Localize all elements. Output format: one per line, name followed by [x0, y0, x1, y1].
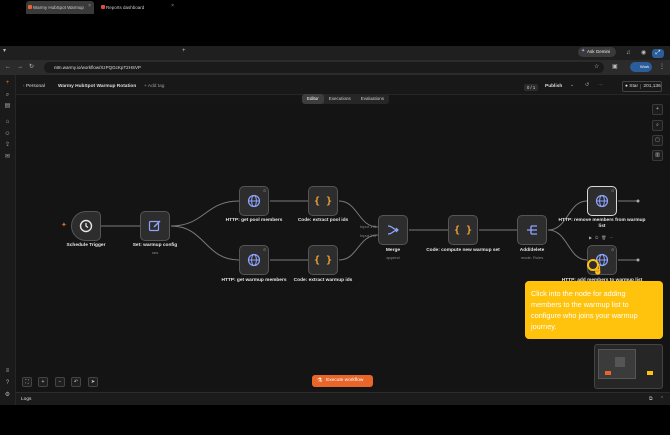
node-set-warmup-config[interactable]	[140, 211, 170, 241]
minimap-node	[647, 371, 653, 375]
merge-input-1-label: Input 1 D	[360, 224, 377, 229]
lightning-icon: ✦	[61, 222, 67, 229]
node-code-compute[interactable]: { }	[448, 215, 478, 245]
node-code-extract-warmup[interactable]: { }	[308, 245, 338, 275]
node-sublabel: mode: Rules	[520, 255, 544, 260]
logs-popout-icon[interactable]: ⧉	[649, 396, 653, 402]
tidy-up-icon[interactable]: ➤	[88, 377, 98, 387]
execute-workflow-label: Execute workflow	[326, 378, 364, 383]
globe-icon	[595, 194, 609, 208]
link-icon: ⊙	[611, 247, 615, 252]
output-handle[interactable]	[636, 258, 640, 262]
node-sublabel: append	[386, 255, 400, 260]
node-code-extract-pool[interactable]: { }	[308, 186, 338, 216]
switch-icon	[527, 225, 537, 235]
zoom-out-icon[interactable]: −	[55, 377, 65, 387]
onboarding-tooltip: Click into the node for adding members t…	[525, 281, 663, 339]
zoom-in-icon[interactable]: +	[38, 377, 48, 387]
logs-panel[interactable]: Logs ⧉ ⌃	[16, 392, 670, 405]
output-handle[interactable]	[636, 199, 640, 203]
fit-view-icon[interactable]: ⛶	[22, 377, 32, 387]
code-braces-icon: { }	[313, 195, 333, 207]
node-label: HTTP: remove members from warmup list	[558, 218, 646, 229]
link-icon: ⊙	[611, 188, 615, 193]
globe-icon	[247, 253, 261, 267]
panel-toggle-icon[interactable]: ▥	[652, 150, 663, 161]
minimap-node	[605, 371, 611, 375]
flask-icon: ⚗	[317, 378, 323, 384]
execute-workflow-button[interactable]: ⚗ Execute workflow	[312, 375, 373, 387]
node-merge[interactable]	[378, 215, 408, 245]
add-node-icon[interactable]: +	[652, 104, 663, 115]
node-sublabel: raw	[151, 250, 159, 255]
link-icon: ⊙	[263, 247, 267, 252]
node-label: Add/delete	[519, 248, 545, 253]
logs-expand-icon[interactable]: ⌃	[660, 396, 664, 402]
cursor-pointer-icon: ☝	[593, 266, 603, 275]
minimap[interactable]	[594, 344, 663, 389]
undo-icon[interactable]: ↶	[71, 377, 81, 387]
globe-icon	[247, 194, 261, 208]
node-add-delete-switch[interactable]	[517, 215, 547, 245]
node-label: Code: extract warmup ids	[293, 278, 353, 283]
code-braces-icon: { }	[453, 224, 473, 236]
logs-label: Logs	[21, 397, 32, 402]
canvas-search-icon[interactable]: ⌕	[652, 120, 663, 131]
node-label: Set: warmup config	[132, 243, 178, 248]
merge-input-2-label: Input 2 D	[360, 233, 377, 238]
minimap-node	[615, 357, 625, 367]
clock-icon	[79, 219, 93, 233]
screen: ▾ Warmy HubSpot Warmup × Reports dashboa…	[0, 0, 670, 435]
merge-icon	[387, 225, 399, 235]
tooltip-text: Click into the node for adding members t…	[531, 289, 638, 331]
node-schedule-trigger[interactable]	[71, 211, 101, 241]
code-braces-icon: { }	[313, 254, 333, 266]
link-icon: ⊙	[263, 188, 267, 193]
edit-icon	[148, 220, 161, 232]
node-toolbar[interactable]: ▶⏻🗑⋯	[589, 235, 616, 240]
sticky-note-icon[interactable]: ▢	[652, 135, 663, 146]
node-label: Code: extract pool ids	[297, 218, 349, 223]
